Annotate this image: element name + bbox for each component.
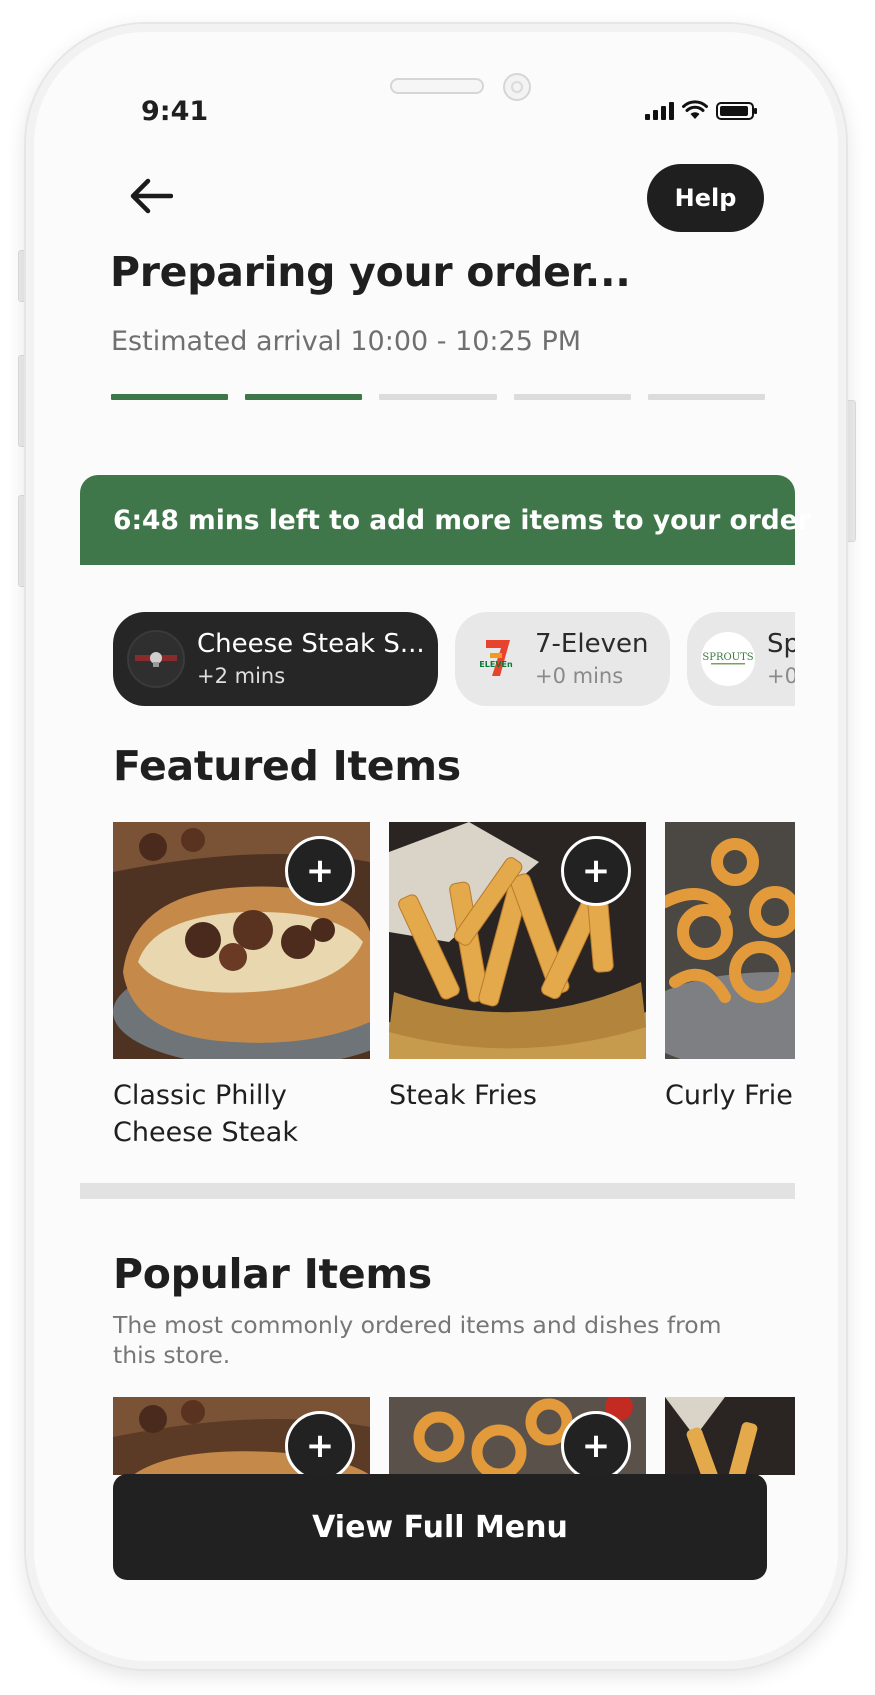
sprouts-logo-text: SPROUTS bbox=[703, 652, 753, 663]
popular-item-card[interactable] bbox=[665, 1397, 795, 1475]
item-name: Curly Frie bbox=[665, 1080, 793, 1111]
featured-item-card[interactable]: Curly Frie bbox=[665, 822, 795, 1151]
featured-item-card[interactable]: + Classic Philly Cheese Steak bbox=[113, 822, 370, 1151]
sprouts-logo-icon: SPROUTS bbox=[701, 632, 755, 686]
status-bar-icons bbox=[645, 100, 757, 120]
store-chip-sprouts[interactable]: SPROUTS Sp +0 bbox=[687, 612, 795, 706]
progress-step bbox=[647, 394, 766, 400]
add-item-button[interactable]: + bbox=[285, 836, 355, 906]
section-divider bbox=[80, 1183, 795, 1199]
progress-step bbox=[513, 394, 631, 400]
fries-photo bbox=[665, 1397, 795, 1475]
status-bar-time: 9:41 bbox=[141, 96, 209, 127]
store-chip-cheese-steak[interactable]: Cheese Steak S... +2 mins bbox=[113, 612, 438, 706]
progress-step bbox=[245, 394, 363, 400]
arrow-left-icon bbox=[130, 178, 173, 214]
featured-items-carousel[interactable]: + Classic Philly Cheese Steak + Steak Fr… bbox=[113, 822, 795, 1152]
svg-text:ELEVEn: ELEVEn bbox=[479, 660, 513, 669]
wifi-icon bbox=[682, 100, 708, 119]
featured-item-card[interactable]: + Steak Fries bbox=[389, 822, 646, 1151]
power-button bbox=[846, 400, 856, 542]
view-full-menu-button[interactable]: View Full Menu bbox=[113, 1474, 767, 1580]
add-items-timer-banner: 6:48 mins left to add more items to your… bbox=[80, 475, 811, 565]
back-button[interactable] bbox=[126, 174, 176, 218]
estimated-arrival: Estimated arrival 10:00 - 10:25 PM bbox=[111, 326, 582, 357]
curly-fries-photo bbox=[665, 822, 795, 1059]
store-name: Cheese Steak S... bbox=[197, 629, 425, 660]
popular-item-card[interactable]: + bbox=[113, 1397, 370, 1475]
help-button[interactable]: Help bbox=[647, 164, 764, 232]
item-name: Classic Philly Cheese Steak bbox=[113, 1080, 298, 1148]
add-item-button[interactable]: + bbox=[561, 1411, 631, 1475]
store-chip-7-eleven[interactable]: ELEVEn 7-Eleven +0 mins bbox=[455, 612, 670, 706]
battery-icon bbox=[716, 102, 757, 120]
page-title: Preparing your order... bbox=[110, 248, 631, 296]
progress-step bbox=[379, 394, 497, 400]
order-progress-bar bbox=[111, 394, 766, 400]
popular-items-description: The most commonly ordered items and dish… bbox=[113, 1311, 722, 1369]
plus-icon: + bbox=[581, 851, 611, 891]
store-selector[interactable]: Cheese Steak S... +2 mins ELEVEn 7-Eleve… bbox=[113, 612, 795, 706]
plus-icon: + bbox=[305, 1426, 335, 1466]
popular-items-heading: Popular Items bbox=[113, 1250, 432, 1298]
earpiece-speaker bbox=[390, 78, 484, 94]
store-name: Sp bbox=[767, 629, 795, 660]
popular-item-card[interactable]: + bbox=[389, 1397, 646, 1475]
popular-items-carousel[interactable]: + + bbox=[113, 1397, 795, 1475]
item-name: Steak Fries bbox=[389, 1080, 537, 1111]
front-camera bbox=[503, 73, 531, 101]
cheese-steak-logo-icon bbox=[127, 630, 185, 688]
featured-items-heading: Featured Items bbox=[113, 742, 461, 790]
seven-eleven-logo-icon: ELEVEn bbox=[469, 632, 523, 686]
add-item-button[interactable]: + bbox=[285, 1411, 355, 1475]
plus-icon: + bbox=[581, 1426, 611, 1466]
add-item-button[interactable]: + bbox=[561, 836, 631, 906]
store-eta: +2 mins bbox=[197, 663, 286, 688]
store-eta: +0 bbox=[767, 663, 795, 688]
banner-text: 6:48 mins left to add more items to your… bbox=[113, 504, 811, 536]
cellular-signal-icon bbox=[645, 102, 674, 120]
progress-step bbox=[111, 394, 229, 400]
store-eta: +0 mins bbox=[535, 663, 624, 688]
plus-icon: + bbox=[305, 851, 335, 891]
store-name: 7-Eleven bbox=[535, 629, 649, 660]
